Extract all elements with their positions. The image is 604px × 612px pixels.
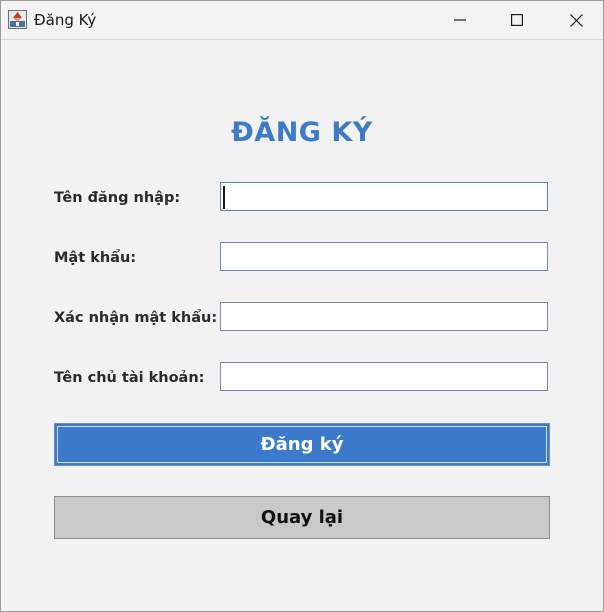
window-title: Đăng Ký — [34, 11, 97, 29]
close-button[interactable] — [553, 1, 599, 39]
java-app-icon[interactable] — [8, 10, 27, 29]
register-button[interactable]: Đăng ký — [54, 423, 550, 466]
maximize-button[interactable] — [494, 1, 540, 39]
confirm-password-label: Xác nhận mật khẩu: — [54, 310, 218, 326]
account-owner-label: Tên chủ tài khoản: — [54, 370, 205, 386]
password-label: Mật khẩu: — [54, 250, 137, 266]
close-icon — [569, 13, 583, 27]
back-button[interactable]: Quay lại — [54, 496, 550, 539]
confirm-password-field[interactable] — [220, 302, 548, 331]
account-owner-field[interactable] — [220, 362, 548, 391]
text-caret — [223, 186, 225, 209]
minimize-icon — [454, 19, 466, 21]
page-title: ĐĂNG KÝ — [231, 117, 373, 148]
title-bar[interactable]: Đăng Ký — [1, 1, 603, 40]
register-window: Đăng Ký ĐĂNG KÝ Tên đăng nhập: Mật khẩu:… — [0, 0, 604, 612]
maximize-icon — [511, 14, 523, 26]
password-field[interactable] — [220, 242, 548, 271]
minimize-button[interactable] — [437, 1, 483, 39]
username-label: Tên đăng nhập: — [54, 190, 181, 206]
username-field[interactable] — [220, 182, 548, 211]
